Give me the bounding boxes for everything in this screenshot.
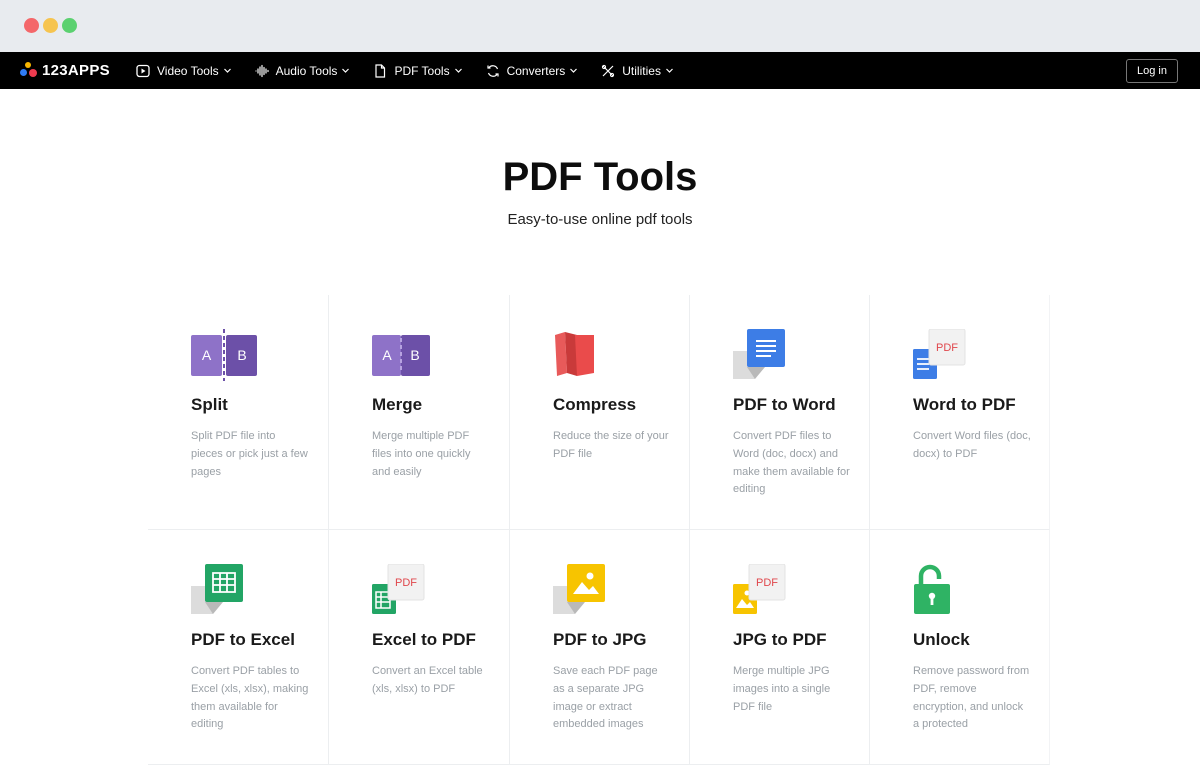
pdf-label: PDF bbox=[936, 342, 958, 354]
tool-title: Merge bbox=[372, 395, 423, 414]
letter-b: B bbox=[410, 347, 419, 363]
pdf-to-jpg-icon bbox=[553, 564, 623, 616]
chevron-down-icon bbox=[342, 68, 350, 73]
tool-card-pdf-to-word[interactable]: PDF to Word Convert PDF files to Word (d… bbox=[690, 295, 870, 530]
pdf-label: PDF bbox=[756, 577, 778, 589]
tool-description: Convert an Excel table (xls, xlsx) to PD… bbox=[372, 665, 483, 695]
maximize-window-button[interactable] bbox=[62, 18, 77, 33]
convert-icon bbox=[486, 64, 499, 77]
nav-label: PDF Tools bbox=[394, 63, 450, 78]
split-icon: A B bbox=[191, 329, 261, 381]
nav-converters[interactable]: Converters bbox=[486, 64, 579, 78]
tool-title: PDF to JPG bbox=[553, 630, 647, 649]
pdf-to-word-icon bbox=[733, 329, 803, 381]
tool-title: Word to PDF bbox=[913, 395, 1016, 414]
logo-dots-icon bbox=[20, 61, 38, 79]
chevron-down-icon bbox=[454, 68, 462, 73]
tool-description: Save each PDF page as a separate JPG ima… bbox=[553, 665, 658, 731]
login-button[interactable]: Log in bbox=[1126, 59, 1178, 83]
tool-card-merge[interactable]: A B Merge Merge multiple PDF files into … bbox=[329, 295, 510, 530]
nav-menu: Video Tools Audio Tools PDF Tools Conver… bbox=[136, 52, 697, 89]
brand-logo[interactable]: 123APPS bbox=[20, 61, 110, 79]
tool-description: Convert Word files (doc, docx) to PDF bbox=[913, 430, 1031, 460]
document-icon bbox=[375, 63, 386, 78]
page-subtitle: Easy-to-use online pdf tools bbox=[507, 211, 693, 228]
pdf-label: PDF bbox=[395, 577, 417, 589]
tool-description: Merge multiple PDF files into one quickl… bbox=[372, 430, 471, 478]
nav-utilities[interactable]: Utilities bbox=[601, 64, 674, 78]
tool-title: JPG to PDF bbox=[733, 630, 827, 649]
nav-label: Utilities bbox=[622, 63, 661, 78]
tool-title: Split bbox=[191, 395, 228, 414]
tool-card-compress[interactable]: Compress Reduce the size of your PDF fil… bbox=[510, 295, 690, 530]
merge-icon: A B bbox=[372, 329, 442, 381]
audio-wave-icon bbox=[255, 64, 269, 77]
jpg-to-pdf-icon: PDF bbox=[733, 563, 803, 616]
video-icon bbox=[136, 64, 150, 77]
close-window-button[interactable] bbox=[24, 18, 39, 33]
tool-description: Convert PDF tables to Excel (xls, xlsx),… bbox=[191, 665, 309, 731]
chevron-down-icon bbox=[223, 68, 231, 73]
tool-description: Remove password from PDF, remove encrypt… bbox=[913, 665, 1030, 731]
letter-a: A bbox=[382, 347, 392, 363]
tool-card-jpg-to-pdf[interactable]: PDF JPG to PDF Merge multiple JPG images… bbox=[690, 530, 870, 765]
pdf-to-excel-icon bbox=[191, 564, 261, 616]
tool-card-split[interactable]: A B Split Split PDF file into pieces or … bbox=[148, 295, 329, 530]
tool-description: Convert PDF files to Word (doc, docx) an… bbox=[733, 430, 850, 496]
tool-title: PDF to Excel bbox=[191, 630, 295, 649]
tool-card-unlock[interactable]: Unlock Remove password from PDF, remove … bbox=[870, 530, 1050, 765]
tool-title: Compress bbox=[553, 395, 637, 414]
nav-label: Video Tools bbox=[157, 63, 219, 78]
chevron-down-icon bbox=[666, 68, 673, 73]
nav-label: Audio Tools bbox=[275, 63, 338, 78]
top-navbar: 123APPS Video Tools Audio Tools PDF Tool… bbox=[0, 52, 1200, 89]
tool-card-word-to-pdf[interactable]: PDF Word to PDF Convert Word files (doc,… bbox=[870, 295, 1050, 530]
minimize-window-button[interactable] bbox=[43, 18, 58, 33]
excel-to-pdf-icon: PDF bbox=[372, 563, 442, 616]
brand-name: 123APPS bbox=[42, 61, 110, 79]
nav-label: Converters bbox=[506, 63, 566, 78]
tool-description: Reduce the size of your PDF file bbox=[553, 430, 669, 460]
tool-description: Split PDF file into pieces or pick just … bbox=[191, 430, 308, 478]
tools-grid: A B Split Split PDF file into pieces or … bbox=[148, 295, 1050, 765]
hero-section: PDF Tools Easy-to-use online pdf tools bbox=[0, 89, 1200, 228]
nav-pdf-tools[interactable]: PDF Tools bbox=[373, 64, 462, 78]
nav-video-tools[interactable]: Video Tools bbox=[136, 64, 232, 78]
tools-icon bbox=[602, 64, 615, 77]
tool-title: Excel to PDF bbox=[372, 630, 476, 649]
letter-b: B bbox=[237, 347, 246, 363]
tool-description: Merge multiple JPG images into a single … bbox=[733, 665, 831, 713]
tool-card-excel-to-pdf[interactable]: PDF Excel to PDF Convert an Excel table … bbox=[329, 530, 510, 765]
page-title: PDF Tools bbox=[502, 155, 698, 199]
unlock-icon bbox=[913, 564, 983, 616]
word-to-pdf-icon: PDF bbox=[913, 328, 983, 381]
tool-title: PDF to Word bbox=[733, 395, 836, 414]
window-chrome bbox=[0, 0, 1200, 52]
letter-a: A bbox=[202, 347, 212, 363]
tool-title: Unlock bbox=[913, 630, 970, 649]
nav-audio-tools[interactable]: Audio Tools bbox=[255, 64, 351, 78]
chevron-down-icon bbox=[570, 68, 578, 73]
compress-icon bbox=[553, 329, 623, 381]
tool-card-pdf-to-excel[interactable]: PDF to Excel Convert PDF tables to Excel… bbox=[148, 530, 329, 765]
tool-card-pdf-to-jpg[interactable]: PDF to JPG Save each PDF page as a separ… bbox=[510, 530, 690, 765]
